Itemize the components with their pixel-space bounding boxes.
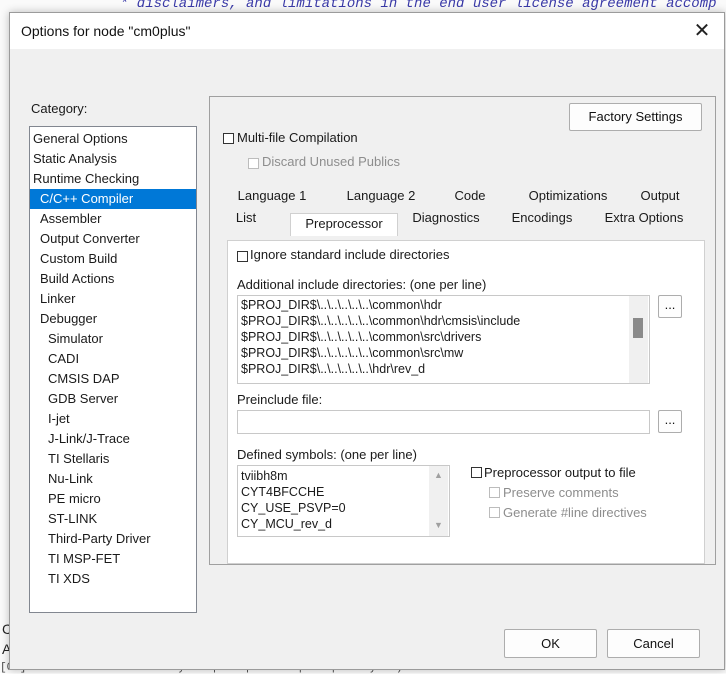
multi-file-label: Multi-file Compilation xyxy=(237,130,358,145)
include-scroll-thumb[interactable] xyxy=(633,318,643,338)
include-dirs-list[interactable]: $PROJ_DIR$\..\..\..\..\..\common\hdr $PRO… xyxy=(237,295,650,384)
tab-list[interactable]: List xyxy=(232,210,260,225)
preserve-comments-checkbox xyxy=(489,487,500,498)
pp-output-label: Preprocessor output to file xyxy=(484,465,636,480)
include-browse-button[interactable]: ... xyxy=(658,295,682,318)
generate-line-checkbox xyxy=(489,507,500,518)
dialog-title: Options for node "cm0plus" xyxy=(21,23,191,39)
discard-unused-checkbox xyxy=(248,158,259,169)
category-list[interactable]: General Options Static Analysis Runtime Ch… xyxy=(29,126,197,613)
options-dialog: Options for node "cm0plus" ✕ Category: G… xyxy=(9,12,725,670)
category-item[interactable]: Output Converter xyxy=(30,229,196,249)
category-item[interactable]: TI MSP-FET xyxy=(30,549,196,569)
tab-output[interactable]: Output xyxy=(632,188,688,203)
category-item[interactable]: TI Stellaris xyxy=(30,449,196,469)
category-item[interactable]: Static Analysis xyxy=(30,149,196,169)
defined-symbols-label: Defined symbols: (one per line) xyxy=(237,447,417,462)
tab-encodings[interactable]: Encodings xyxy=(502,210,582,225)
include-dir-line: $PROJ_DIR$\..\..\..\..\..\common\hdr xyxy=(241,298,442,312)
tab-preprocessor[interactable]: Preprocessor xyxy=(290,213,398,236)
category-item[interactable]: Nu-Link xyxy=(30,469,196,489)
category-item[interactable]: CADI xyxy=(30,349,196,369)
category-item[interactable]: J-Link/J-Trace xyxy=(30,429,196,449)
category-item[interactable]: Runtime Checking xyxy=(30,169,196,189)
category-item[interactable]: Debugger xyxy=(30,309,196,329)
category-item[interactable]: PE micro xyxy=(30,489,196,509)
tab-language-1[interactable]: Language 1 xyxy=(237,188,307,203)
include-dir-line: $PROJ_DIR$\..\..\..\..\..\common\hdr\cms… xyxy=(241,314,521,328)
tab-extra-options[interactable]: Extra Options xyxy=(598,210,690,225)
category-item[interactable]: C/C++ Compiler xyxy=(30,189,196,209)
defined-symbol-line: CY_MCU_rev_d xyxy=(241,517,333,531)
defined-symbols-list[interactable]: ▲ ▼ tviibh8m CYT4BFCCHE CY_USE_PSVP=0 CY_MC… xyxy=(237,465,450,537)
category-item[interactable]: TI XDS xyxy=(30,569,196,589)
defined-symbol-line: CYT4BFCCHE xyxy=(241,485,325,499)
include-dir-line: $PROJ_DIR$\..\..\..\..\..\common\src\dri… xyxy=(241,330,482,344)
include-dirs-label: Additional include directories: (one per… xyxy=(237,277,487,292)
title-bar: Options for node "cm0plus" ✕ xyxy=(10,13,724,49)
include-dir-line: $PROJ_DIR$\..\..\..\..\..\common\src\mw xyxy=(241,346,464,360)
preinclude-label: Preinclude file: xyxy=(237,392,323,407)
generate-line-label: Generate #line directives xyxy=(503,505,647,520)
scroll-down-icon[interactable]: ▼ xyxy=(434,520,443,530)
ok-button[interactable]: OK xyxy=(504,629,597,658)
multi-file-checkbox[interactable] xyxy=(223,133,234,144)
ignore-std-label: Ignore standard include directories xyxy=(250,247,450,262)
symbols-scrollbar[interactable]: ▲ ▼ xyxy=(429,466,448,536)
code-line: * disclaimers, and limitations in the en… xyxy=(120,0,717,12)
cancel-button[interactable]: Cancel xyxy=(607,629,700,658)
preinclude-input[interactable] xyxy=(237,410,650,434)
preinclude-browse-button[interactable]: ... xyxy=(658,410,682,433)
category-label: Category: xyxy=(31,101,88,116)
category-item[interactable]: Linker xyxy=(30,289,196,309)
discard-unused-label: Discard Unused Publics xyxy=(262,154,401,169)
close-icon[interactable]: ✕ xyxy=(688,17,716,45)
include-scrollbar[interactable] xyxy=(629,296,648,383)
category-item[interactable]: Simulator xyxy=(30,329,196,349)
category-item[interactable]: CMSIS DAP xyxy=(30,369,196,389)
category-item[interactable]: ST-LINK xyxy=(30,509,196,529)
factory-settings-button[interactable]: Factory Settings xyxy=(569,103,702,131)
preserve-comments-label: Preserve comments xyxy=(503,485,619,500)
defined-symbol-line: tviibh8m xyxy=(241,469,288,483)
tab-diagnostics[interactable]: Diagnostics xyxy=(406,210,486,225)
category-item[interactable]: Custom Build xyxy=(30,249,196,269)
tab-optimizations[interactable]: Optimizations xyxy=(518,188,618,203)
category-item[interactable]: GDB Server xyxy=(30,389,196,409)
category-item[interactable]: Assembler xyxy=(30,209,196,229)
include-dir-line: $PROJ_DIR$\..\..\..\..\..\hdr\rev_d xyxy=(241,362,426,376)
category-item[interactable]: General Options xyxy=(30,129,196,149)
tab-language-2[interactable]: Language 2 xyxy=(341,188,421,203)
category-item[interactable]: Third-Party Driver xyxy=(30,529,196,549)
tab-code[interactable]: Code xyxy=(448,188,492,203)
category-item[interactable]: I-jet xyxy=(30,409,196,429)
scroll-up-icon[interactable]: ▲ xyxy=(434,470,443,480)
category-item[interactable]: Build Actions xyxy=(30,269,196,289)
ignore-std-checkbox[interactable] xyxy=(237,251,248,262)
pp-output-checkbox[interactable] xyxy=(471,467,482,478)
defined-symbol-line: CY_USE_PSVP=0 xyxy=(241,501,346,515)
